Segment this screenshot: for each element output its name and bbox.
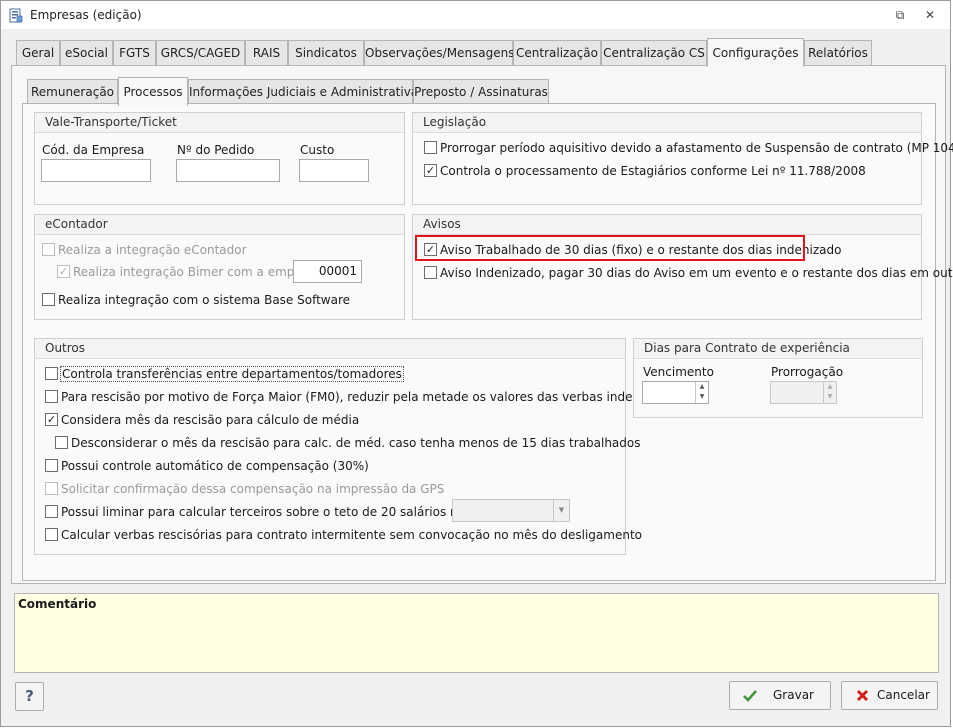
- cod-empresa-input[interactable]: [41, 159, 151, 182]
- prorrogacao-spinner[interactable]: ▲ ▼: [770, 381, 837, 404]
- subtab-preposto-assinaturas[interactable]: Preposto / Assinaturas: [413, 79, 549, 105]
- tab-centralizacao-cs[interactable]: Centralização CS: [601, 40, 707, 66]
- num-pedido-label: Nº do Pedido: [177, 143, 255, 157]
- tab-centralizacao[interactable]: Centralização: [513, 40, 601, 66]
- desconsiderar-mes-label: Desconsiderar o mês da rescisão para cal…: [71, 436, 641, 450]
- verbas-intermitente-checkbox[interactable]: [45, 528, 58, 541]
- prorrogacao-label: Prorrogação: [771, 365, 844, 379]
- group-title: Avisos: [413, 215, 921, 235]
- legislacao-group: Legislação: [412, 112, 922, 205]
- considera-mes-rescisao-checkbox[interactable]: ✓: [45, 413, 58, 426]
- verbas-intermitente-label: Calcular verbas rescisórias para contrat…: [61, 528, 642, 542]
- custo-label: Custo: [300, 143, 335, 157]
- group-title: eContador: [35, 215, 404, 235]
- bimer-code-input[interactable]: 00001: [293, 260, 362, 283]
- spinner-arrows: ▲ ▼: [823, 382, 836, 403]
- considera-mes-rescisao-label: Considera mês da rescisão para cálculo d…: [61, 413, 360, 427]
- cancelar-button[interactable]: Cancelar: [841, 681, 938, 710]
- prorrogar-periodo-checkbox[interactable]: [424, 141, 437, 154]
- window-title: Empresas (edição): [30, 8, 142, 22]
- aviso-indenizado-label: Aviso Indenizado, pagar 30 dias do Aviso…: [440, 266, 953, 280]
- group-title: Dias para Contrato de experiência: [634, 339, 922, 359]
- checkmark-icon: [743, 690, 757, 702]
- forca-maior-label: Para rescisão por motivo de Força Maior …: [61, 390, 691, 404]
- custo-input[interactable]: [299, 159, 369, 182]
- tab-grcs-caged[interactable]: GRCS/CAGED: [156, 40, 245, 66]
- restore-window-button[interactable]: ⧉: [892, 7, 908, 23]
- integracao-econtador-label: Realiza a integração eContador: [58, 243, 247, 257]
- tab-geral[interactable]: Geral: [16, 40, 60, 66]
- tab-esocial[interactable]: eSocial: [60, 40, 113, 66]
- controle-compensacao-label: Possui controle automático de compensaçã…: [61, 459, 369, 473]
- cancel-icon: [856, 689, 869, 702]
- integracao-econtador-checkbox[interactable]: [42, 243, 55, 256]
- prorrogar-periodo-label: Prorrogar período aquisitivo devido a af…: [440, 141, 953, 155]
- help-button[interactable]: ?: [15, 682, 44, 711]
- title-bar: Empresas (edição) ⧉ ✕: [1, 1, 950, 29]
- controla-estagiarios-label: Controla o processamento de Estagiários …: [440, 164, 866, 178]
- comentario-label: Comentário: [18, 597, 97, 611]
- spin-up-icon[interactable]: ▲: [824, 382, 836, 392]
- tab-observacoes[interactable]: Observações/Mensagens: [364, 40, 515, 66]
- tab-relatorios[interactable]: Relatórios: [804, 40, 872, 66]
- forca-maior-checkbox[interactable]: [45, 390, 58, 403]
- tab-sindicatos[interactable]: Sindicatos: [288, 40, 364, 66]
- desconsiderar-mes-checkbox[interactable]: [55, 436, 68, 449]
- controla-transferencias-checkbox[interactable]: [45, 367, 58, 380]
- vencimento-label: Vencimento: [643, 365, 714, 379]
- integracao-bimer-label: Realiza integração Bimer com a empresa:: [73, 265, 325, 279]
- spinner-arrows: ▲ ▼: [695, 382, 708, 403]
- cancelar-label: Cancelar: [877, 688, 930, 702]
- subtab-remuneracao[interactable]: Remuneração: [27, 79, 118, 105]
- integracao-bimer-checkbox[interactable]: ✓: [57, 265, 70, 278]
- group-title: Vale-Transporte/Ticket: [35, 113, 404, 133]
- tab-fgts[interactable]: FGTS: [113, 40, 156, 66]
- spin-down-icon[interactable]: ▼: [824, 392, 836, 402]
- group-title: Outros: [35, 339, 625, 359]
- liminar-terceiros-label: Possui liminar para calcular terceiros s…: [61, 505, 502, 519]
- controla-transferencias-label: Controla transferências entre departamen…: [60, 366, 404, 382]
- chevron-down-icon: ▼: [553, 500, 569, 521]
- liminar-terceiros-checkbox[interactable]: [45, 505, 58, 518]
- controle-compensacao-checkbox[interactable]: [45, 459, 58, 472]
- confirmacao-compensacao-checkbox[interactable]: [45, 482, 58, 495]
- liminar-select[interactable]: ▼: [452, 499, 570, 522]
- app-icon: [9, 8, 23, 23]
- subtab-informacoes-judiciais[interactable]: Informações Judiciais e Administrativas: [188, 79, 424, 105]
- gravar-label: Gravar: [773, 688, 814, 702]
- integracao-base-software-checkbox[interactable]: [42, 293, 55, 306]
- vencimento-spinner[interactable]: ▲ ▼: [642, 381, 709, 404]
- controla-estagiarios-checkbox[interactable]: ✓: [424, 164, 437, 177]
- spin-down-icon[interactable]: ▼: [696, 392, 708, 402]
- confirmacao-compensacao-label: Solicitar confirmação dessa compensação …: [61, 482, 445, 496]
- num-pedido-input[interactable]: [176, 159, 280, 182]
- highlight-box: [415, 235, 805, 261]
- integracao-base-software-label: Realiza integração com o sistema Base So…: [58, 293, 351, 307]
- close-window-button[interactable]: ✕: [922, 7, 938, 23]
- gravar-button[interactable]: Gravar: [729, 681, 831, 710]
- tab-rais[interactable]: RAIS: [245, 40, 288, 66]
- aviso-indenizado-checkbox[interactable]: [424, 266, 437, 279]
- spin-up-icon[interactable]: ▲: [696, 382, 708, 392]
- cod-empresa-label: Cód. da Empresa: [42, 143, 145, 157]
- subtab-processos[interactable]: Processos: [118, 77, 188, 106]
- tab-configuracoes[interactable]: Configurações: [707, 38, 804, 67]
- comentario-field[interactable]: Comentário: [14, 593, 939, 673]
- group-title: Legislação: [413, 113, 921, 133]
